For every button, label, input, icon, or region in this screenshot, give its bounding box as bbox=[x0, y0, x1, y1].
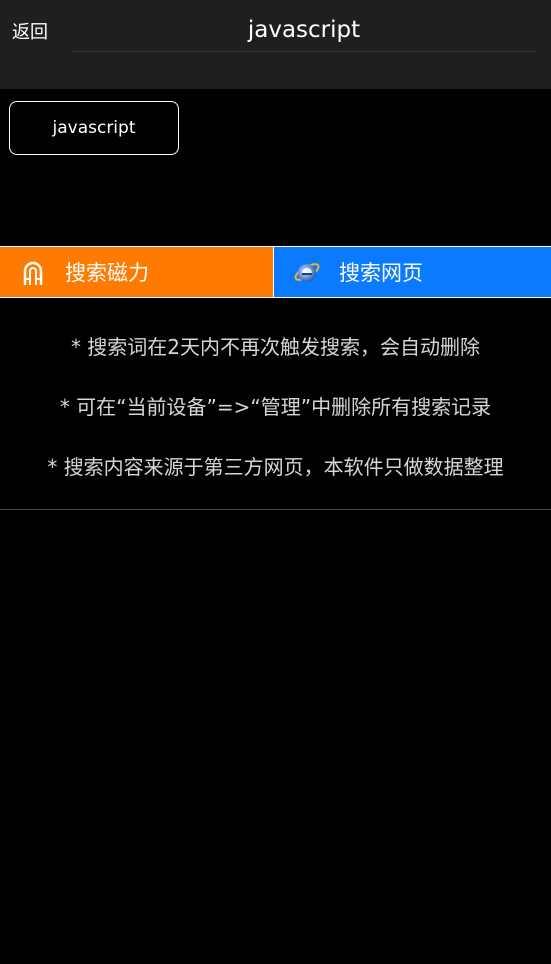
top-bar: 返回 bbox=[0, 0, 551, 89]
search-magnet-button[interactable]: 搜索磁力 bbox=[0, 247, 274, 297]
search-magnet-label: 搜索磁力 bbox=[65, 261, 149, 285]
back-button[interactable]: 返回 bbox=[12, 18, 48, 44]
search-web-label: 搜索网页 bbox=[339, 261, 423, 285]
notes-panel: * 搜索词在2天内不再次触发搜索，会自动删除 * 可在“当前设备”=>“管理”中… bbox=[0, 298, 551, 510]
magnet-icon bbox=[18, 257, 48, 287]
note-text: * 搜索词在2天内不再次触发搜索，会自动删除 bbox=[70, 335, 481, 359]
note-text: * 搜索内容来源于第三方网页，本软件只做数据整理 bbox=[47, 455, 504, 479]
note-text: * 可在“当前设备”=>“管理”中删除所有搜索记录 bbox=[59, 395, 492, 419]
search-input[interactable] bbox=[72, 8, 536, 52]
history-chip[interactable]: javascript bbox=[9, 101, 179, 155]
search-web-button[interactable]: 搜索网页 bbox=[274, 247, 551, 297]
search-engine-tabs: 搜索磁力 搜索网页 bbox=[0, 246, 551, 298]
ie-browser-icon bbox=[292, 257, 322, 287]
